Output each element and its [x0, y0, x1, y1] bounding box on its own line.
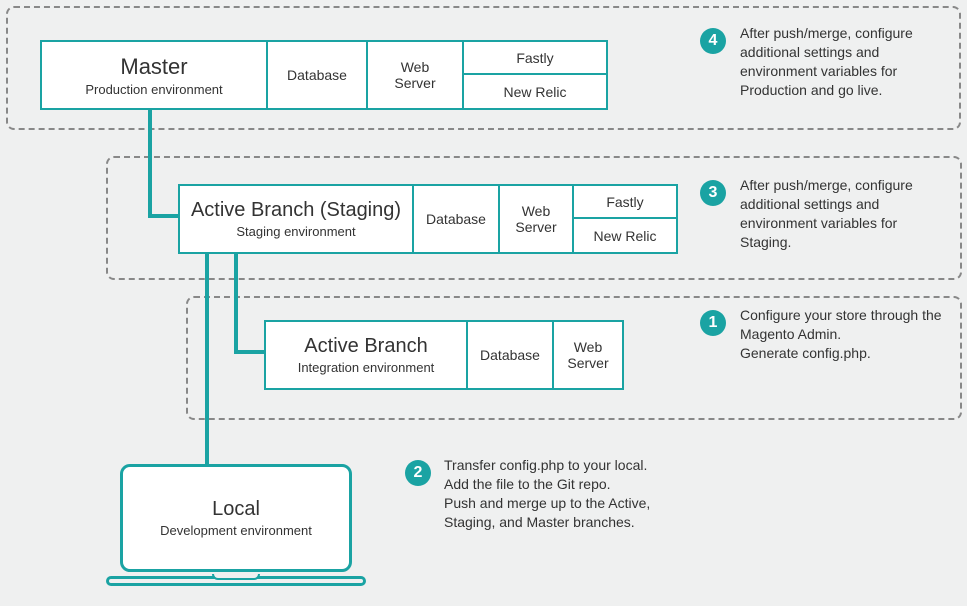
- env-integration-db: Database: [466, 322, 552, 388]
- connector-vert-1: [148, 110, 152, 218]
- laptop-notch: [212, 574, 260, 580]
- env-master-title: Master: [120, 54, 187, 80]
- note-3: After push/merge, configure additional s…: [740, 176, 952, 252]
- env-integration: Active Branch Integration environment Da…: [264, 320, 624, 390]
- env-master-db: Database: [266, 42, 366, 108]
- env-master-subtitle: Production environment: [85, 82, 222, 97]
- connector-horz-2: [234, 350, 264, 354]
- badge-4: 4: [700, 28, 726, 54]
- local-title: Local: [212, 498, 260, 521]
- connector-vert-2: [234, 254, 238, 354]
- env-staging-subtitle: Staging environment: [236, 224, 355, 239]
- connector-vert-3: [205, 254, 209, 464]
- env-master-web: Web Server: [366, 42, 462, 108]
- badge-1: 1: [700, 310, 726, 336]
- env-staging-web: Web Server: [498, 186, 572, 252]
- env-integration-subtitle: Integration environment: [298, 360, 435, 375]
- connector-horz-1: [148, 214, 178, 218]
- badge-3: 3: [700, 180, 726, 206]
- badge-2: 2: [405, 460, 431, 486]
- local-subtitle: Development environment: [160, 523, 312, 538]
- env-staging-title: Active Branch (Staging): [191, 199, 401, 222]
- laptop-screen: Local Development environment: [120, 464, 352, 572]
- diagram-canvas: Master Production environment Database W…: [0, 0, 967, 606]
- note-1: Configure your store through the Magento…: [740, 306, 952, 363]
- env-staging: Active Branch (Staging) Staging environm…: [178, 184, 678, 254]
- env-master: Master Production environment Database W…: [40, 40, 608, 110]
- env-staging-db: Database: [412, 186, 498, 252]
- note-2: Transfer config.php to your local. Add t…: [444, 456, 704, 532]
- env-master-newrelic: New Relic: [464, 75, 606, 108]
- env-master-fastly: Fastly: [464, 42, 606, 75]
- env-staging-newrelic: New Relic: [574, 219, 676, 252]
- env-integration-web: Web Server: [552, 322, 622, 388]
- env-staging-fastly: Fastly: [574, 186, 676, 219]
- note-4: After push/merge, configure additional s…: [740, 24, 952, 100]
- env-integration-title: Active Branch: [304, 335, 427, 358]
